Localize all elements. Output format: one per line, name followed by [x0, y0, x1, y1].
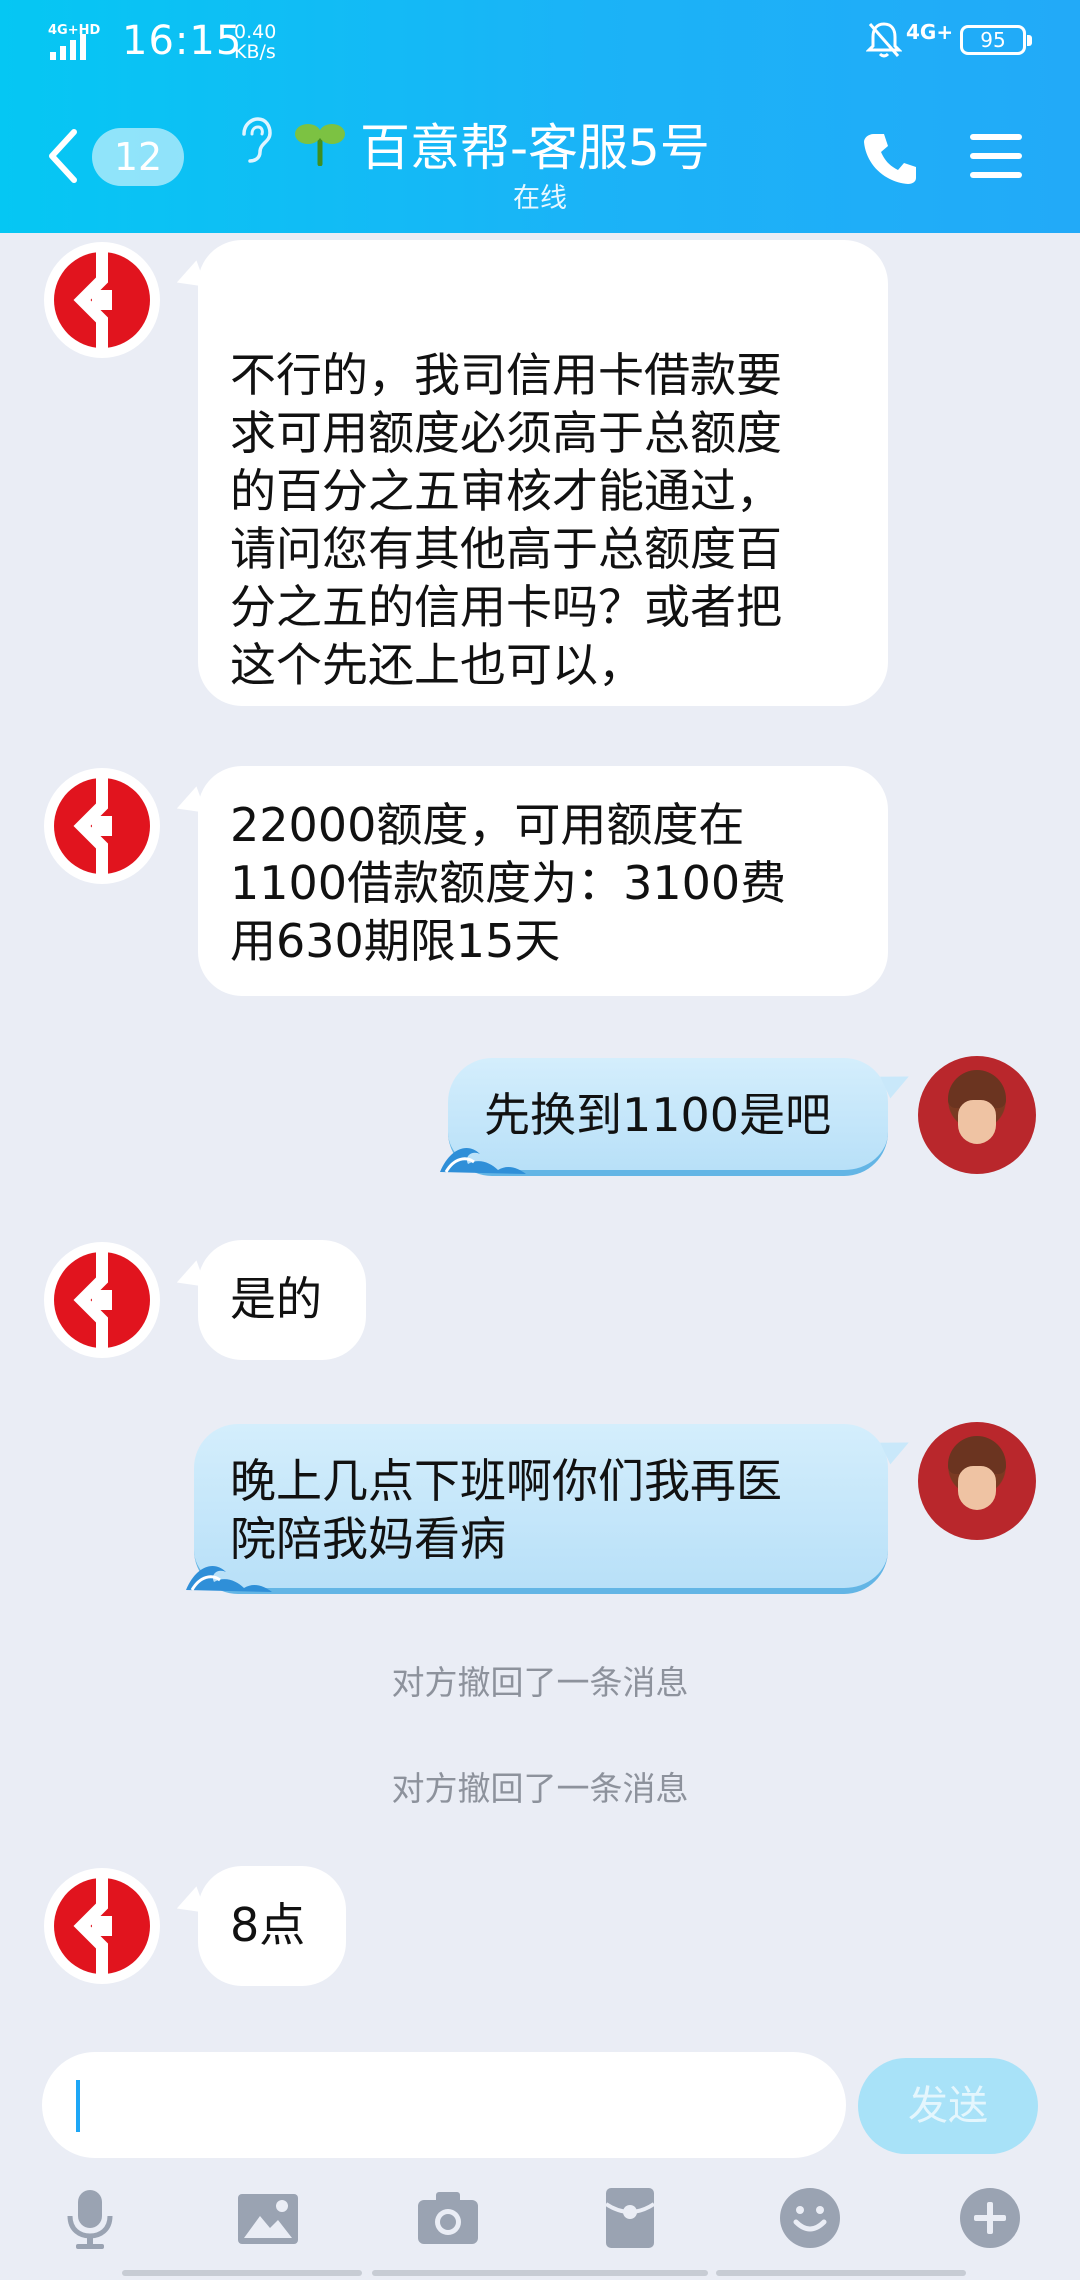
agent-avatar[interactable]: [44, 768, 160, 884]
camera-icon[interactable]: [416, 2186, 480, 2250]
wave-decoration-icon: [186, 1566, 272, 1592]
agent-avatar[interactable]: [44, 1868, 160, 1984]
agent-avatar[interactable]: [44, 1242, 160, 1358]
signal-icon: 4G+HD: [48, 23, 100, 60]
send-button[interactable]: 发送: [858, 2058, 1038, 2154]
red-packet-icon[interactable]: [598, 2186, 662, 2250]
speed-unit: KB/s: [234, 41, 276, 63]
clock: 16:15: [122, 18, 243, 64]
menu-icon[interactable]: [968, 132, 1024, 180]
phone-call-icon[interactable]: [862, 130, 918, 186]
earpiece-mode-icon[interactable]: [236, 116, 272, 164]
wave-decoration-icon: [440, 1148, 526, 1174]
message-bubble[interactable]: 不行的，我司信用卡借款要 求可用额度必须高于总额度 的百分之五审核才能通过， 请…: [198, 240, 888, 706]
message-text: 不行的，我司信用卡借款要 求可用额度必须高于总额度 的百分之五审核才能通过， 请…: [230, 348, 782, 692]
recall-notice: 对方撤回了一条消息: [391, 1663, 689, 1702]
emoji-icon[interactable]: [778, 2186, 842, 2250]
recall-notice: 对方撤回了一条消息: [391, 1769, 689, 1808]
mute-bell-icon: [866, 22, 902, 58]
network-type-right: 4G+: [906, 20, 954, 44]
company-logo-icon: [54, 1252, 150, 1348]
company-logo-icon: [54, 252, 150, 348]
page-title: 百意帮-客服5号: [360, 119, 710, 177]
message-bubble[interactable]: 22000额度，可用额度在 1100借款额度为：3100费 用630期限15天: [198, 766, 888, 996]
toolbar-divider: [372, 2270, 708, 2276]
message-text: 先换到1100是吧: [484, 1088, 832, 1142]
message-text: 晚上几点下班啊你们我再医 院陪我妈看病: [230, 1454, 782, 1566]
image-icon[interactable]: [236, 2186, 300, 2250]
sprout-icon: [295, 124, 345, 166]
network-speed: 0.40 KB/s: [234, 22, 276, 62]
message-text: 8点: [230, 1898, 306, 1952]
microphone-icon[interactable]: [58, 2186, 122, 2250]
online-status: 在线: [513, 183, 567, 214]
my-message-bubble[interactable]: 先换到1100是吧: [440, 1058, 888, 1176]
network-type-label: 4G+HD: [48, 23, 100, 38]
message-text: 是的: [230, 1272, 322, 1326]
agent-avatar[interactable]: [44, 242, 160, 358]
company-logo-icon: [54, 778, 150, 874]
message-bubble[interactable]: 是的: [198, 1240, 366, 1360]
my-avatar[interactable]: [918, 1056, 1036, 1174]
message-text: 22000额度，可用额度在 1100借款额度为：3100费 用630期限15天: [230, 798, 787, 968]
plus-icon[interactable]: [958, 2186, 1022, 2250]
company-logo-icon: [54, 1878, 150, 1974]
speed-value: 0.40: [234, 21, 277, 43]
toolbar-divider: [716, 2270, 966, 2276]
my-message-bubble[interactable]: 晚上几点下班啊你们我再医 院陪我妈看病: [186, 1424, 888, 1594]
status-bar: 4G+HD 16:15 0.40 KB/s 4G+ 95: [0, 0, 1080, 80]
chat-screen: 4G+HD 16:15 0.40 KB/s 4G+ 95 12 百意帮-客服5号…: [0, 0, 1080, 2280]
chat-header: 4G+HD 16:15 0.40 KB/s 4G+ 95 12 百意帮-客服5号…: [0, 0, 1080, 233]
battery-indicator: 95: [960, 25, 1032, 55]
text-cursor: [76, 2080, 80, 2132]
toolbar-divider: [122, 2270, 362, 2276]
message-bubble[interactable]: 8点: [198, 1866, 346, 1986]
my-avatar[interactable]: [918, 1422, 1036, 1540]
message-input[interactable]: [42, 2052, 846, 2158]
